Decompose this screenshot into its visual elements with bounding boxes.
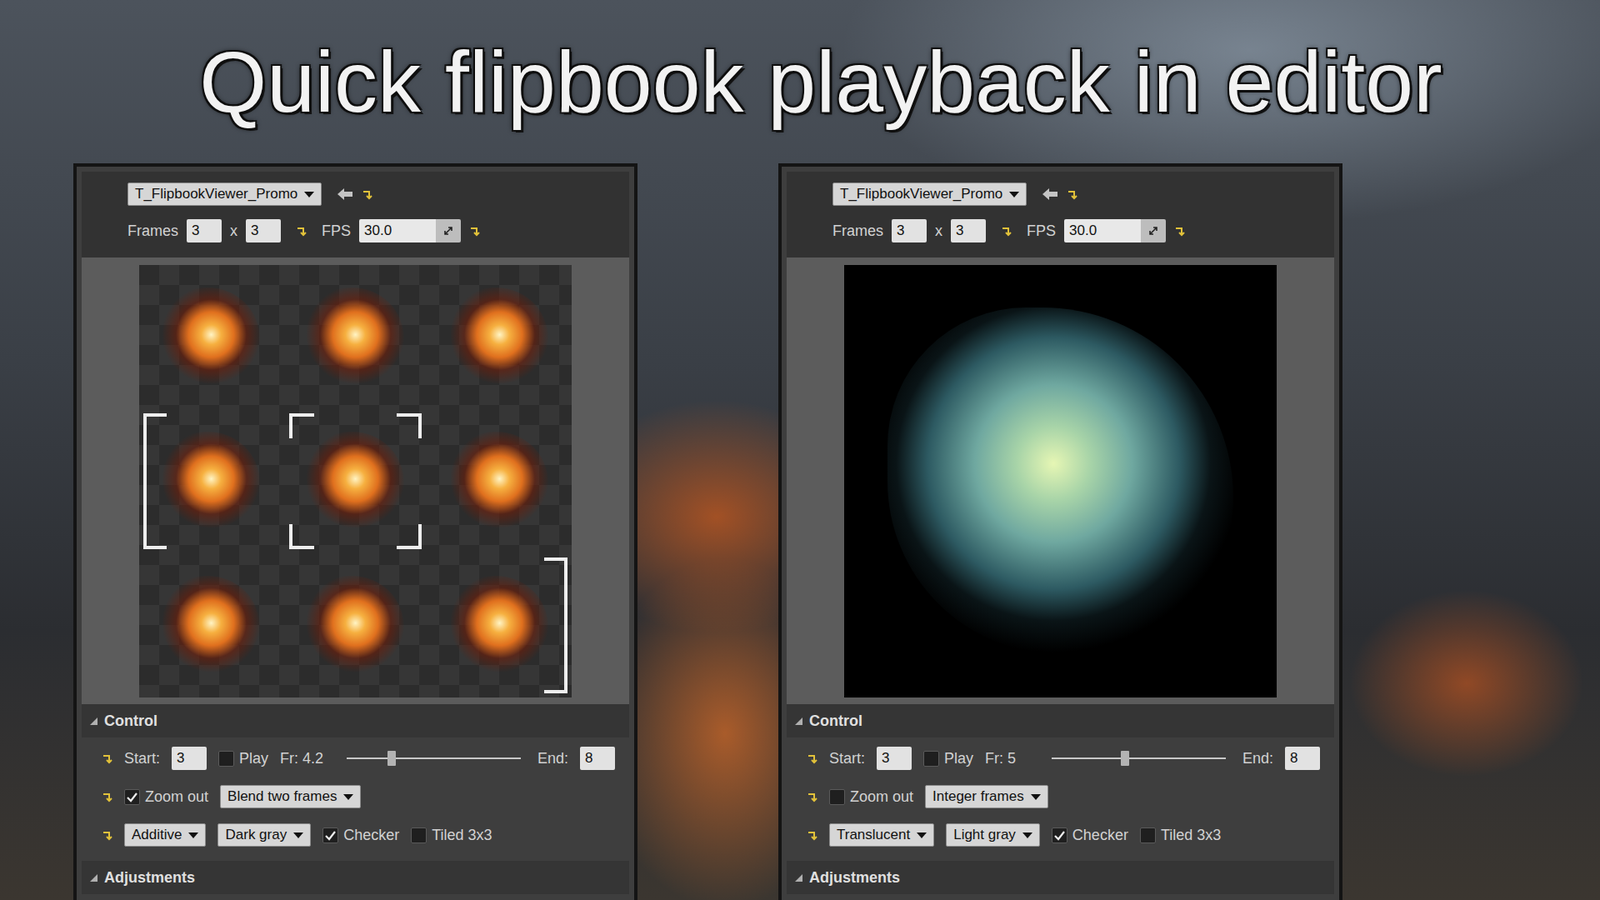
reset-arrow-icon[interactable] [1066, 189, 1078, 200]
frame-reading: Fr: 5 [985, 750, 1040, 768]
check-icon [324, 829, 337, 842]
flipbook-frame[interactable] [283, 265, 428, 410]
flipbook-frame[interactable] [139, 409, 284, 554]
toolbar: T_FlipbookViewer_Promo Frames 3x3 FPS 30.0 [786, 171, 1335, 258]
start-input[interactable]: 3 [171, 746, 207, 770]
flipbook-frame[interactable] [427, 553, 572, 698]
control-header[interactable]: Control [81, 704, 630, 738]
flipbook-frame[interactable] [283, 553, 428, 698]
frames-label: Frames [832, 222, 884, 240]
control-row: Zoom out Integer frames [786, 777, 1335, 816]
flipbook-sheet [139, 265, 572, 698]
start-bracket [143, 413, 167, 550]
adjustments-header[interactable]: Adjustments [786, 860, 1335, 895]
flipbook-frame[interactable] [283, 409, 428, 554]
play-checkbox[interactable]: Play [218, 750, 269, 768]
background-dropdown[interactable]: Dark gray [217, 823, 311, 847]
single-frame-view [844, 265, 1277, 698]
current-frame-corner [289, 413, 315, 439]
zoom-out-checkbox[interactable]: Zoom out [829, 788, 914, 806]
current-frame-corner [289, 524, 315, 550]
adjustments-header[interactable]: Adjustments [81, 860, 630, 895]
preview-area [786, 257, 1335, 705]
reset-arrow-icon[interactable] [295, 225, 307, 237]
toolbar: T_FlipbookViewer_Promo Frames 3x3 FPS 30.0 [81, 171, 630, 258]
blend-dropdown[interactable]: Blend two frames [220, 785, 361, 809]
blend-mode-dropdown[interactable]: Translucent [829, 823, 935, 847]
control-row: Start: 3 Play Fr: 4.2 End: 8 [81, 739, 630, 778]
preview-area [81, 257, 630, 705]
times-label: x [230, 222, 238, 240]
flipbook-viewer-panel: T_FlipbookViewer_PromoFrames3x3FPS30.0Co… [778, 163, 1343, 900]
reset-arrow-icon[interactable] [361, 189, 373, 200]
reset-arrow-icon[interactable] [1174, 225, 1185, 237]
reset-arrow-icon[interactable] [101, 753, 113, 765]
reset-arrow-icon[interactable] [101, 830, 113, 841]
frame-slider[interactable] [1051, 749, 1226, 768]
background-dropdown[interactable]: Light gray [945, 823, 1040, 847]
control-row: Start: 3 Play Fr: 5 End: 8 [786, 739, 1335, 778]
back-arrow-icon[interactable] [336, 187, 354, 201]
reset-arrow-icon[interactable] [1000, 225, 1012, 237]
check-icon [125, 790, 139, 804]
reset-arrow-icon[interactable] [806, 830, 818, 841]
fps-label: FPS [1026, 222, 1056, 240]
check-icon [1053, 829, 1066, 842]
frame-slider[interactable] [346, 749, 521, 768]
promo-scene: Quick flipbook playback in editorT_Flipb… [0, 0, 1600, 900]
start-label: Start: [124, 750, 160, 768]
frames-y-input[interactable]: 3 [245, 219, 281, 243]
control-row: Zoom out Blend two frames [81, 777, 630, 816]
end-label: End: [537, 750, 569, 768]
flipbook-frame[interactable] [427, 265, 572, 410]
end-input[interactable]: 8 [1285, 746, 1320, 770]
reset-arrow-icon[interactable] [101, 791, 113, 803]
times-label: x [935, 222, 943, 240]
control-row: Additive Dark gray Checker Tiled 3x3 [81, 815, 630, 855]
reset-arrow-icon[interactable] [806, 753, 818, 765]
tiled-checkbox[interactable]: Tiled 3x3 [410, 826, 492, 845]
reset-arrow-icon[interactable] [806, 791, 818, 803]
frames-x-input[interactable]: 3 [186, 219, 222, 243]
control-header[interactable]: Control [786, 704, 1335, 738]
flipbook-viewer-panel: T_FlipbookViewer_PromoFrames3x3FPS30.0Co… [73, 163, 638, 900]
back-arrow-icon[interactable] [1041, 187, 1059, 201]
spin-arrows-icon[interactable] [1148, 225, 1159, 236]
blend-mode-dropdown[interactable]: Additive [124, 823, 206, 847]
current-frame-corner [396, 413, 422, 439]
spin-arrows-icon[interactable] [443, 225, 454, 236]
checker-checkbox[interactable]: Checker [1051, 826, 1129, 845]
fps-input[interactable]: 30.0 [359, 219, 461, 243]
flipbook-frame[interactable] [139, 265, 284, 410]
tiled-checkbox[interactable]: Tiled 3x3 [1140, 826, 1221, 845]
fps-label: FPS [321, 222, 351, 240]
current-frame-corner [396, 524, 422, 550]
blend-dropdown[interactable]: Integer frames [925, 785, 1049, 809]
play-checkbox[interactable]: Play [923, 750, 974, 768]
zoom-out-checkbox[interactable]: Zoom out [124, 788, 209, 806]
fps-input[interactable]: 30.0 [1064, 219, 1166, 243]
flipbook-frame[interactable] [427, 409, 572, 554]
frames-label: Frames [127, 222, 179, 240]
frame-reading: Fr: 4.2 [280, 750, 335, 768]
frames-y-input[interactable]: 3 [950, 219, 986, 243]
checker-checkbox[interactable]: Checker [322, 826, 400, 845]
end-bracket [544, 557, 568, 694]
reset-arrow-icon[interactable] [469, 225, 480, 237]
end-label: End: [1242, 750, 1274, 768]
asset-dropdown[interactable]: T_FlipbookViewer_Promo [832, 182, 1027, 206]
flipbook-frame[interactable] [139, 553, 284, 698]
asset-dropdown[interactable]: T_FlipbookViewer_Promo [127, 182, 322, 206]
control-row: Translucent Light gray Checker Tiled 3x3 [786, 815, 1335, 855]
promo-title: Quick flipbook playback in editor [0, 0, 1600, 164]
frames-x-input[interactable]: 3 [891, 219, 927, 243]
start-label: Start: [829, 750, 865, 768]
start-input[interactable]: 3 [876, 746, 912, 770]
end-input[interactable]: 8 [580, 746, 615, 770]
